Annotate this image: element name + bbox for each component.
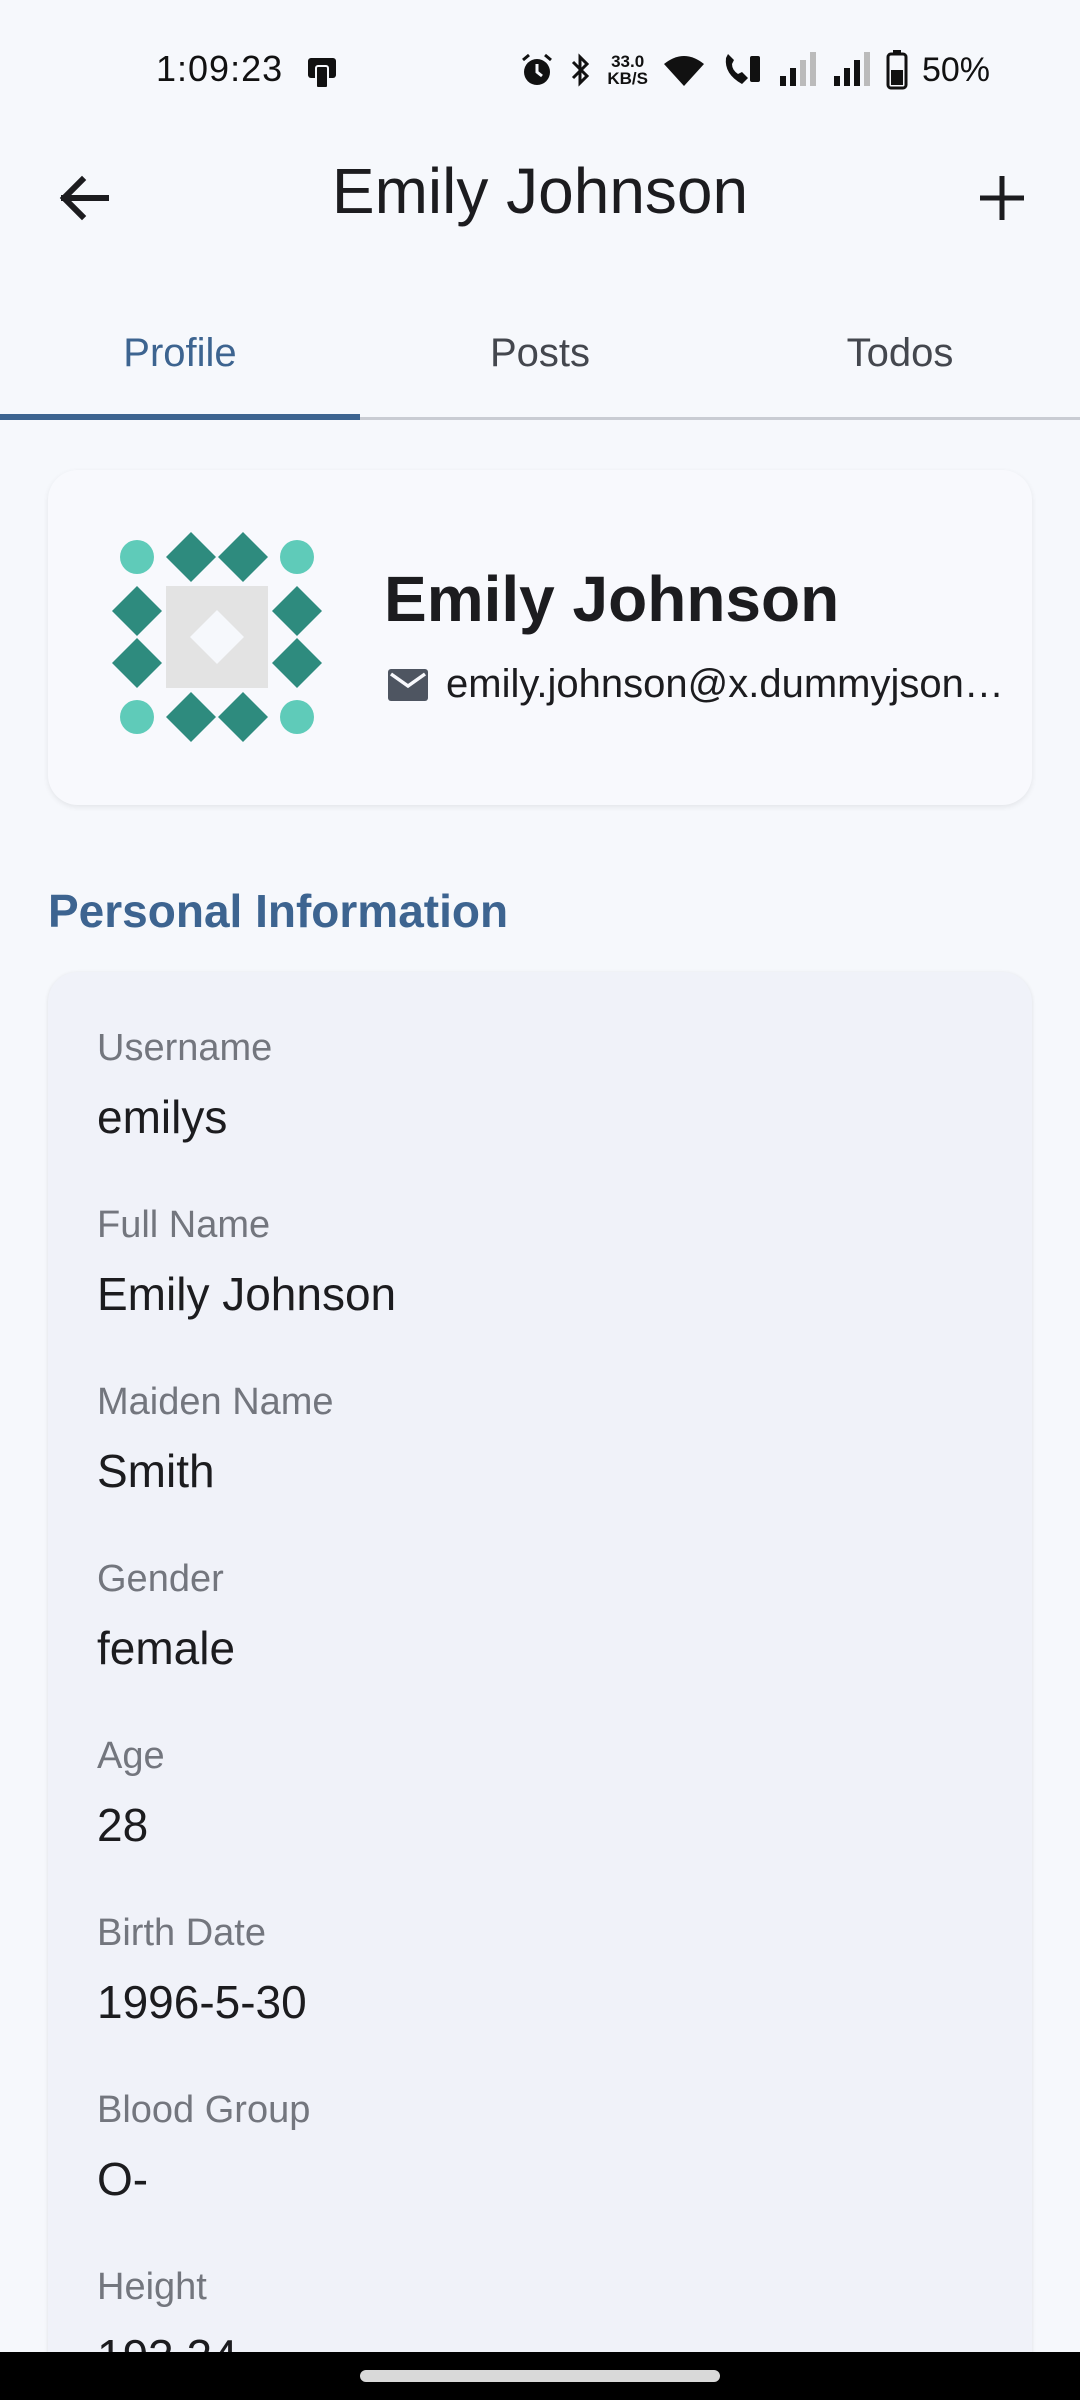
- avatar: [112, 532, 322, 742]
- info-value: emilys: [97, 1091, 228, 1143]
- profile-card: Emily Johnson emily.johnson@x.dummyjson.…: [48, 470, 1032, 805]
- signal-icon-sim2: [833, 52, 870, 86]
- screen: 1:09:23 33.0 KB/S 50% Emily Johnson Prof…: [0, 0, 1080, 2400]
- info-value: 28: [97, 1799, 149, 1851]
- app-bar: Emily Johnson: [0, 140, 1080, 250]
- status-time: 1:09:23: [156, 48, 284, 89]
- profile-email: emily.johnson@x.dummyjson.com: [446, 662, 1008, 706]
- tab-todos[interactable]: Todos: [720, 290, 1080, 417]
- battery-icon: [886, 50, 908, 90]
- info-value: 1996-5-30: [97, 1976, 307, 2028]
- wifi-call-icon: [725, 54, 760, 84]
- notification-app-icon: [308, 58, 336, 89]
- info-item-maiden-name: Maiden Name Smith: [97, 1381, 334, 1498]
- info-label: Username: [97, 1027, 273, 1069]
- tab-profile[interactable]: Profile: [0, 290, 360, 420]
- signal-icon-sim1: [779, 52, 816, 86]
- info-label: Gender: [97, 1558, 224, 1600]
- status-bar: 1:09:23 33.0 KB/S 50%: [0, 0, 1080, 140]
- network-speed-value: 33.0: [611, 52, 645, 71]
- network-speed: 33.0 KB/S: [607, 53, 648, 87]
- info-label: Birth Date: [97, 1912, 266, 1954]
- info-label: Blood Group: [97, 2089, 311, 2131]
- tab-posts[interactable]: Posts: [360, 290, 720, 417]
- info-value: Smith: [97, 1445, 215, 1497]
- status-icons: 33.0 KB/S 50%: [519, 48, 990, 92]
- bluetooth-icon: [572, 53, 590, 87]
- info-item-gender: Gender female: [97, 1558, 235, 1675]
- network-speed-unit: KB/S: [607, 69, 648, 88]
- info-item-username: Username emilys: [97, 1027, 272, 1144]
- wifi-icon: [663, 56, 704, 86]
- mail-icon: [388, 668, 428, 701]
- home-gesture-handle[interactable]: [360, 2370, 720, 2382]
- info-label: Full Name: [97, 1204, 271, 1246]
- info-label: Age: [97, 1735, 165, 1777]
- info-label: Height: [97, 2266, 207, 2308]
- info-item-full-name: Full Name Emily Johnson: [97, 1204, 396, 1321]
- info-item-age: Age 28: [97, 1735, 165, 1852]
- battery-percentage: 50%: [921, 50, 990, 89]
- tab-bar: Profile Posts Todos: [0, 290, 1080, 420]
- add-button[interactable]: [966, 162, 1038, 234]
- system-navigation-bar: [0, 2352, 1080, 2400]
- page-title: Emily Johnson: [331, 155, 749, 227]
- info-item-blood-group: Blood Group O-: [97, 2089, 310, 2206]
- info-value: Emily Johnson: [97, 1268, 397, 1320]
- section-title-personal-information: Personal Information: [48, 885, 509, 937]
- plus-icon: [980, 176, 1024, 220]
- info-value: female: [97, 1622, 236, 1674]
- info-value: O-: [97, 2153, 149, 2205]
- email-row: emily.johnson@x.dummyjson.com: [388, 662, 1008, 707]
- profile-name: Emily Johnson: [384, 563, 840, 635]
- personal-information-card: Username emilys Full Name Emily Johnson …: [48, 972, 1032, 2400]
- info-item-birth-date: Birth Date 1996-5-30: [97, 1912, 307, 2029]
- alarm-icon: [522, 53, 553, 85]
- info-label: Maiden Name: [97, 1381, 334, 1423]
